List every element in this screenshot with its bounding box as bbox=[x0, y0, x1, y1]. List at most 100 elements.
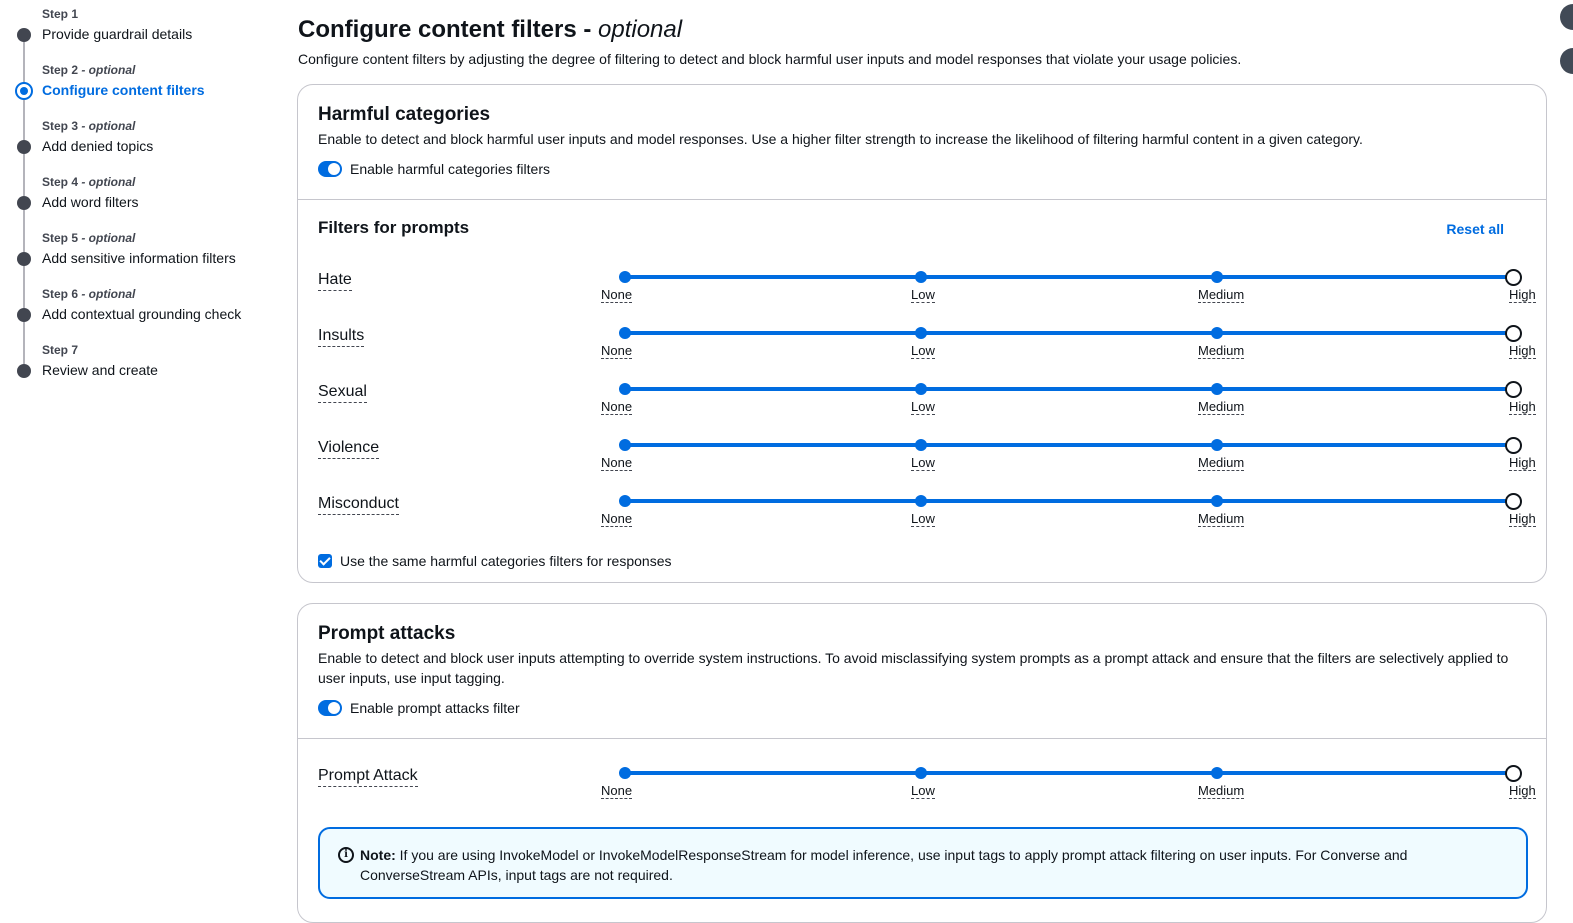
step-current-indicator-icon bbox=[15, 82, 33, 100]
slider-handle[interactable] bbox=[1505, 381, 1522, 398]
step-number: Step 7 bbox=[42, 343, 79, 357]
info-alert: i Note: If you are using InvokeModel or … bbox=[318, 827, 1528, 899]
step-4[interactable]: Step 4 - optional Add word filters bbox=[0, 168, 270, 218]
slider-level-label: High bbox=[1509, 399, 1536, 415]
notifications-button[interactable] bbox=[1560, 48, 1573, 74]
filter-strength-slider[interactable]: None Low Medium High bbox=[601, 381, 1536, 415]
slider-tick[interactable] bbox=[915, 271, 927, 283]
slider-tick[interactable] bbox=[1211, 327, 1223, 339]
slider-level-label: Medium bbox=[1198, 287, 1245, 303]
slider-tick[interactable] bbox=[619, 495, 631, 507]
step-title[interactable]: Provide guardrail details bbox=[42, 26, 192, 42]
toggle-label: Enable harmful categories filters bbox=[350, 161, 550, 177]
step-5[interactable]: Step 5 - optional Add sensitive informat… bbox=[0, 224, 270, 274]
slider-level-label: None bbox=[601, 511, 633, 527]
slider-tick[interactable] bbox=[1211, 495, 1223, 507]
slider-tick[interactable] bbox=[915, 327, 927, 339]
slider-tick[interactable] bbox=[619, 327, 631, 339]
step-1[interactable]: Step 1 Provide guardrail details bbox=[0, 0, 270, 50]
step-optional-label: - optional bbox=[78, 175, 136, 189]
slider-tick[interactable] bbox=[1211, 439, 1223, 451]
slider-level-label: None bbox=[601, 783, 633, 799]
slider-handle[interactable] bbox=[1505, 493, 1522, 510]
slider-level-label: Low bbox=[911, 343, 935, 359]
step-title[interactable]: Add sensitive information filters bbox=[42, 250, 236, 266]
slider-level-label: High bbox=[1509, 511, 1536, 527]
step-number: Step 2 bbox=[42, 63, 79, 77]
harmful-categories-toggle[interactable]: Enable harmful categories filters bbox=[318, 161, 550, 177]
slider-track[interactable] bbox=[625, 443, 1513, 447]
slider-tick[interactable] bbox=[915, 495, 927, 507]
slider-level-label: Medium bbox=[1198, 511, 1245, 527]
page-description: Configure content filters by adjusting t… bbox=[298, 51, 1242, 67]
slider-level-label: Medium bbox=[1198, 783, 1245, 799]
slider-handle[interactable] bbox=[1505, 765, 1522, 782]
step-indicator-icon bbox=[17, 28, 31, 42]
slider-handle[interactable] bbox=[1505, 437, 1522, 454]
step-indicator-icon bbox=[17, 196, 31, 210]
slider-track[interactable] bbox=[625, 387, 1513, 391]
help-button[interactable] bbox=[1560, 4, 1573, 30]
filter-strength-slider[interactable]: None Low Medium High bbox=[601, 325, 1536, 359]
slider-tick[interactable] bbox=[619, 439, 631, 451]
slider-level-label: High bbox=[1509, 783, 1536, 799]
checkbox-checked-icon[interactable] bbox=[318, 554, 332, 568]
prompt-attacks-panel: Prompt attacks Enable to detect and bloc… bbox=[297, 603, 1547, 923]
info-alert-text: Note: If you are using InvokeModel or In… bbox=[360, 845, 1480, 885]
info-icon: i bbox=[338, 847, 354, 863]
slider-track[interactable] bbox=[625, 499, 1513, 503]
slider-track[interactable] bbox=[625, 275, 1513, 279]
page-title-text: Configure content filters bbox=[298, 16, 577, 43]
slider-level-label: High bbox=[1509, 455, 1536, 471]
filter-strength-slider[interactable]: None Low Medium High bbox=[601, 493, 1536, 527]
prompt-attacks-title: Prompt attacks bbox=[318, 623, 456, 644]
step-title[interactable]: Add word filters bbox=[42, 194, 138, 210]
slider-tick[interactable] bbox=[1211, 271, 1223, 283]
filter-strength-slider[interactable]: None Low Medium High bbox=[601, 437, 1536, 471]
step-3[interactable]: Step 3 - optional Add denied topics bbox=[0, 112, 270, 162]
slider-handle[interactable] bbox=[1505, 325, 1522, 342]
slider-track[interactable] bbox=[625, 771, 1513, 775]
slider-level-label: High bbox=[1509, 343, 1536, 359]
step-7[interactable]: Step 7 Review and create bbox=[0, 336, 270, 386]
slider-tick[interactable] bbox=[619, 271, 631, 283]
same-filters-for-responses-checkbox[interactable]: Use the same harmful categories filters … bbox=[318, 553, 671, 569]
filter-strength-slider[interactable]: None Low Medium High bbox=[601, 269, 1536, 303]
slider-tick[interactable] bbox=[1211, 767, 1223, 779]
step-number: Step 3 bbox=[42, 119, 79, 133]
step-6[interactable]: Step 6 - optional Add contextual groundi… bbox=[0, 280, 270, 330]
slider-level-label: None bbox=[601, 343, 633, 359]
slider-tick[interactable] bbox=[619, 767, 631, 779]
filter-row: Insults None Low Medium High bbox=[318, 325, 1536, 366]
step-title[interactable]: Configure content filters bbox=[42, 82, 205, 98]
filter-row: Misconduct None Low Medium High bbox=[318, 493, 1536, 534]
slider-tick[interactable] bbox=[915, 767, 927, 779]
slider-track[interactable] bbox=[625, 331, 1513, 335]
filter-name: Prompt Attack bbox=[318, 766, 418, 787]
toggle-switch[interactable] bbox=[318, 161, 342, 177]
step-title[interactable]: Review and create bbox=[42, 362, 158, 378]
slider-tick[interactable] bbox=[915, 383, 927, 395]
step-title[interactable]: Add contextual grounding check bbox=[42, 306, 241, 322]
step-optional-label: - optional bbox=[78, 287, 136, 301]
step-2[interactable]: Step 2 - optional Configure content filt… bbox=[0, 56, 270, 106]
slider-tick[interactable] bbox=[915, 439, 927, 451]
step-optional-label: - optional bbox=[78, 231, 136, 245]
reset-all-link[interactable]: Reset all bbox=[1446, 221, 1504, 237]
step-number: Step 4 bbox=[42, 175, 79, 189]
step-title[interactable]: Add denied topics bbox=[42, 138, 153, 154]
toggle-switch[interactable] bbox=[318, 700, 342, 716]
slider-level-label: Low bbox=[911, 287, 935, 303]
prompt-attacks-toggle[interactable]: Enable prompt attacks filter bbox=[318, 700, 520, 716]
step-number: Step 1 bbox=[42, 7, 79, 21]
step-optional-label: - optional bbox=[78, 119, 136, 133]
slider-level-label: Low bbox=[911, 783, 935, 799]
slider-tick[interactable] bbox=[619, 383, 631, 395]
step-indicator-icon bbox=[17, 140, 31, 154]
filter-strength-slider[interactable]: None Low Medium High bbox=[601, 765, 1536, 799]
page-title: Configure content filters - optional bbox=[298, 16, 682, 44]
filter-name: Violence bbox=[318, 438, 380, 459]
slider-handle[interactable] bbox=[1505, 269, 1522, 286]
harmful-categories-description: Enable to detect and block harmful user … bbox=[318, 131, 1363, 147]
slider-tick[interactable] bbox=[1211, 383, 1223, 395]
